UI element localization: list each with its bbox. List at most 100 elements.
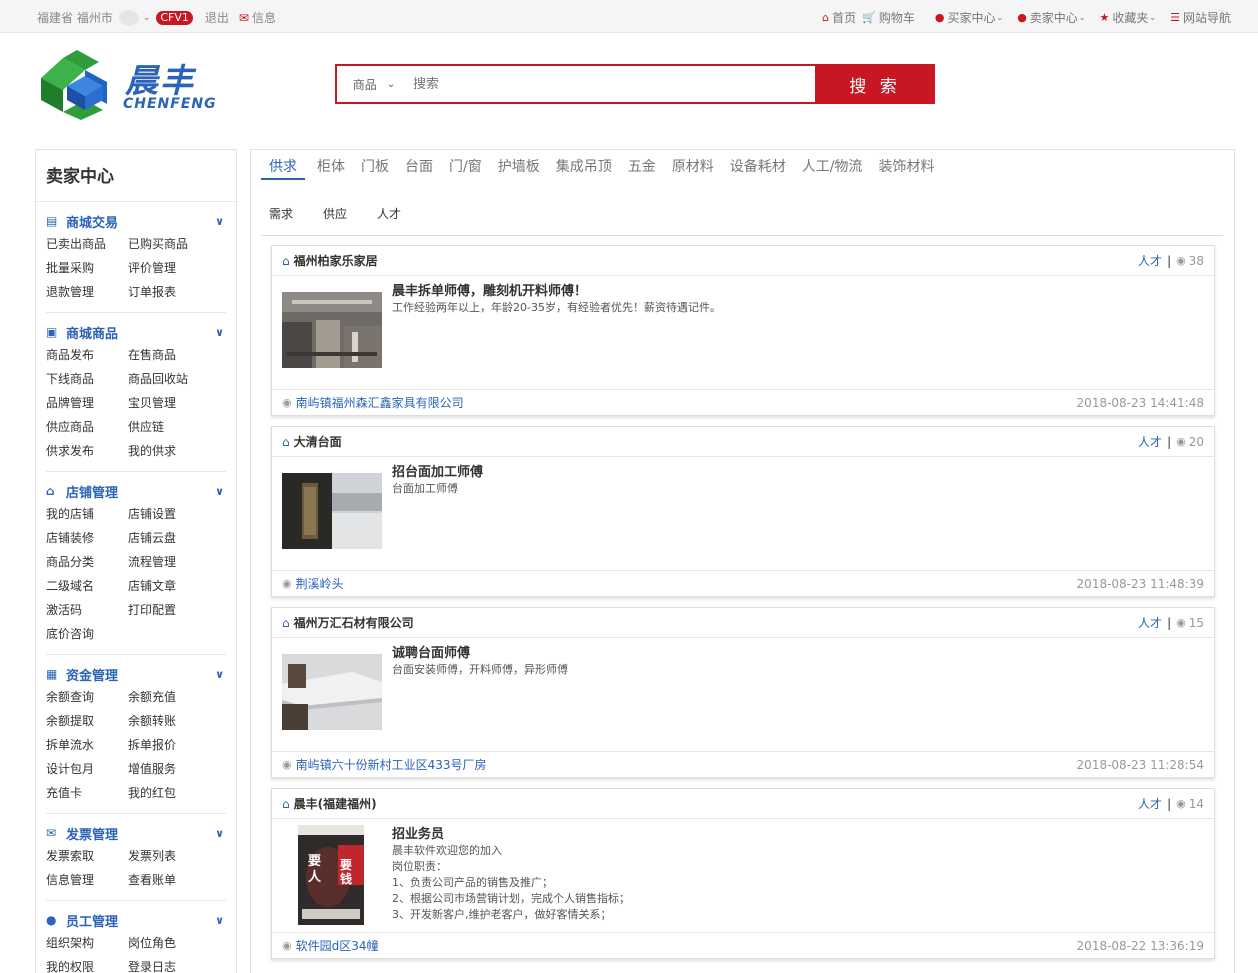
sidebar-link[interactable]: 商品回收站 [128,367,210,391]
sidebar-link[interactable]: 我的红包 [128,781,210,805]
post-thumbnail[interactable] [282,473,382,549]
search-button[interactable]: 搜 索 [815,64,935,104]
sidebar-section-header[interactable]: ▦ 资金管理 ∨ [46,663,226,685]
sub-tab[interactable]: 人才 [369,205,401,222]
sidebar-link[interactable]: 供应商品 [46,415,128,439]
chevron-down-icon[interactable]: ∨ [215,668,224,681]
sidebar-section-header[interactable]: ⌂ 店铺管理 ∨ [46,480,226,502]
nav-seller-center[interactable]: ● 卖家中心 ⌄ [1017,9,1085,26]
sidebar-link[interactable]: 在售商品 [128,343,210,367]
sidebar-link[interactable]: 余额查询 [46,685,128,709]
sub-tab[interactable]: 需求 [261,205,293,222]
sidebar-link[interactable]: 信息管理 [46,868,128,892]
sidebar-link[interactable]: 激活码 [46,598,128,622]
post-tag[interactable]: 人才 [1138,795,1162,812]
sidebar-link[interactable]: 流程管理 [128,550,210,574]
sidebar-link[interactable]: 底价咨询 [46,622,128,646]
sidebar-link[interactable]: 组织架构 [46,931,128,955]
post-title[interactable]: 诚聘台面师傅 [392,642,470,661]
sidebar-section-header[interactable]: ● 员工管理 ∨ [46,909,226,931]
sidebar-link[interactable]: 供应链 [128,415,210,439]
messages-link[interactable]: 信息 [252,9,276,26]
sidebar-link[interactable]: 供求发布 [46,439,128,463]
shop-name-link[interactable]: 福州柏家乐家居 [294,252,378,269]
sidebar-link[interactable]: 发票索取 [46,844,128,868]
sidebar-link[interactable]: 拆单流水 [46,733,128,757]
post-title[interactable]: 晨丰拆单师傅，雕刻机开料师傅！ [392,280,587,299]
sidebar-link[interactable]: 我的供求 [128,439,210,463]
nav-cart[interactable]: 🛒 购物车 [862,9,915,26]
avatar[interactable] [118,9,139,26]
sidebar-link[interactable]: 余额充值 [128,685,210,709]
sidebar-link[interactable]: 查看账单 [128,868,210,892]
category-tab[interactable]: 原材料 [672,150,714,180]
sidebar-link[interactable]: 登录日志 [128,955,210,973]
post-tag[interactable]: 人才 [1138,252,1162,269]
sidebar-link[interactable]: 拆单报价 [128,733,210,757]
post-thumbnail[interactable] [282,654,382,730]
sidebar-link[interactable]: 充值卡 [46,781,128,805]
sidebar-section-header[interactable]: ✉ 发票管理 ∨ [46,822,226,844]
sub-tab[interactable]: 供应 [315,205,347,222]
category-tab[interactable]: 装饰材料 [878,150,934,180]
logout-link[interactable]: 退出 [205,9,229,26]
sidebar-link[interactable]: 我的权限 [46,955,128,973]
sidebar-link[interactable]: 店铺云盘 [128,526,210,550]
sidebar-link[interactable]: 宝贝管理 [128,391,210,415]
post-title[interactable]: 招台面加工师傅 [392,461,483,480]
post-thumbnail[interactable]: 要人要钱 [282,825,382,925]
post-card[interactable]: ⌂ 福州万汇石材有限公司 人才 | ◉ 15 诚聘台面师傅 台面安装师傅，开料师傅，异形师傅 ◉… [271,607,1215,778]
sidebar-link[interactable]: 批量采购 [46,256,128,280]
post-address[interactable]: 南屿镇福州森汇鑫家具有限公司 [296,394,464,411]
sidebar-section-header[interactable]: ▣ 商城商品 ∨ [46,321,226,343]
sidebar-link[interactable]: 设计包月 [46,757,128,781]
category-tab[interactable]: 集成吊顶 [556,150,612,180]
search-input[interactable] [411,66,815,102]
sidebar-link[interactable]: 店铺装修 [46,526,128,550]
post-card[interactable]: ⌂ 晨丰(福建福州) 人才 | ◉ 14 要人要钱招业务员 晨丰软件欢迎您的加入 岗位职责： … [271,788,1215,959]
category-tab[interactable]: 柜体 [317,150,345,180]
sidebar-link[interactable]: 订单报表 [128,280,210,304]
chevron-down-icon[interactable]: ∨ [215,914,224,927]
sidebar-link[interactable]: 我的店铺 [46,502,128,526]
sidebar-link[interactable]: 余额转账 [128,709,210,733]
location-text[interactable]: 福建省 福州市 [37,9,113,26]
chevron-down-icon[interactable]: ∨ [215,215,224,228]
sidebar-link[interactable]: 商品分类 [46,550,128,574]
post-title[interactable]: 招业务员 [392,823,444,842]
sidebar-link[interactable]: 已购买商品 [128,232,210,256]
nav-buyer-center[interactable]: ● 买家中心 ⌄ [935,9,1003,26]
category-tab[interactable]: 人工/物流 [802,150,863,180]
post-tag[interactable]: 人才 [1138,614,1162,631]
sidebar-link[interactable]: 退款管理 [46,280,128,304]
shop-name-link[interactable]: 晨丰(福建福州) [294,795,377,812]
chevron-down-icon[interactable]: ∨ [215,827,224,840]
sidebar-section-header[interactable]: ▤ 商城交易 ∨ [46,210,226,232]
sidebar-link[interactable]: 商品发布 [46,343,128,367]
nav-favorites[interactable]: ★ 收藏夹 ⌄ [1100,9,1157,26]
chevron-down-icon[interactable]: ∨ [215,326,224,339]
chevron-down-icon[interactable]: ∨ [215,485,224,498]
category-tab[interactable]: 护墙板 [498,150,540,180]
category-tab[interactable]: 门板 [361,150,389,180]
sidebar-link[interactable]: 店铺文章 [128,574,210,598]
search-scope-select[interactable]: 商品 ⌄ [337,66,411,102]
post-address[interactable]: 荆溪岭头 [296,575,344,592]
chevron-down-icon[interactable]: ⌄ [143,13,151,23]
nav-site-map[interactable]: ☰ 网站导航 [1170,9,1231,26]
post-thumbnail[interactable] [282,292,382,368]
sidebar-link[interactable]: 评价管理 [128,256,210,280]
sidebar-link[interactable]: 店铺设置 [128,502,210,526]
sidebar-link[interactable]: 二级域名 [46,574,128,598]
sidebar-link[interactable]: 打印配置 [128,598,210,622]
category-tab[interactable]: 供求 [261,150,305,180]
sidebar-link[interactable]: 发票列表 [128,844,210,868]
sidebar-link[interactable]: 余额提取 [46,709,128,733]
site-logo[interactable]: 晨丰 CHENFENG [37,48,227,122]
sidebar-link[interactable]: 下线商品 [46,367,128,391]
post-card[interactable]: ⌂ 福州柏家乐家居 人才 | ◉ 38 晨丰拆单师傅，雕刻机开料师傅！ 工作经验两年以上，年龄… [271,245,1215,416]
category-tab[interactable]: 台面 [405,150,433,180]
shop-name-link[interactable]: 福州万汇石材有限公司 [294,614,414,631]
post-address[interactable]: 南屿镇六十份新村工业区433号厂房 [296,756,487,773]
shop-name-link[interactable]: 大清台面 [294,433,342,450]
